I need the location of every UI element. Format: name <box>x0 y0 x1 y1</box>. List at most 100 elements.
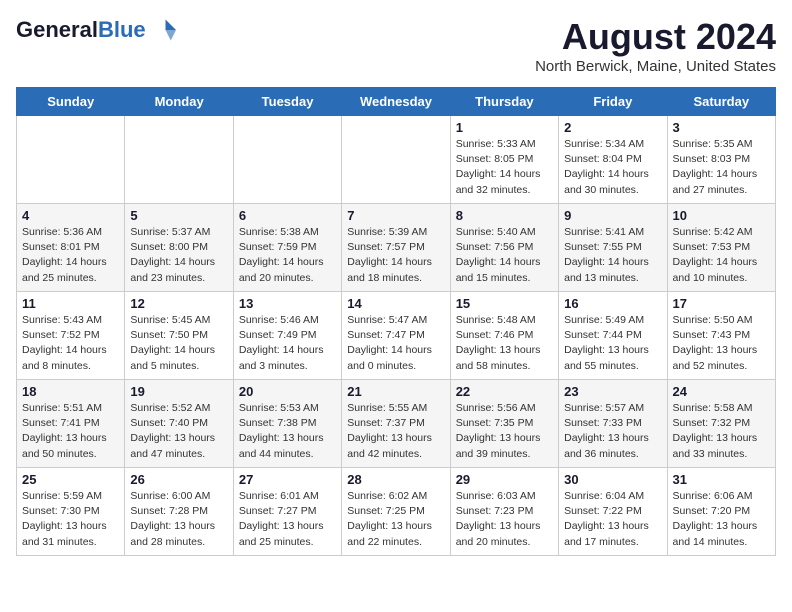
week-row-1: 1Sunrise: 5:33 AM Sunset: 8:05 PM Daylig… <box>17 116 776 204</box>
day-number: 9 <box>564 208 661 223</box>
day-number: 8 <box>456 208 553 223</box>
calendar-cell: 21Sunrise: 5:55 AM Sunset: 7:37 PM Dayli… <box>342 380 450 468</box>
day-info: Sunrise: 5:49 AM Sunset: 7:44 PM Dayligh… <box>564 313 661 374</box>
day-number: 26 <box>130 472 227 487</box>
day-info: Sunrise: 5:35 AM Sunset: 8:03 PM Dayligh… <box>673 137 770 198</box>
day-info: Sunrise: 5:41 AM Sunset: 7:55 PM Dayligh… <box>564 225 661 286</box>
day-info: Sunrise: 5:51 AM Sunset: 7:41 PM Dayligh… <box>22 401 119 462</box>
calendar-cell: 22Sunrise: 5:56 AM Sunset: 7:35 PM Dayli… <box>450 380 558 468</box>
calendar-cell: 26Sunrise: 6:00 AM Sunset: 7:28 PM Dayli… <box>125 468 233 556</box>
logo: GeneralBlue <box>16 16 176 44</box>
calendar-cell: 13Sunrise: 5:46 AM Sunset: 7:49 PM Dayli… <box>233 292 341 380</box>
calendar-cell: 7 Sunrise: 5:39 AM Sunset: 7:57 PM Daylig… <box>342 204 450 292</box>
calendar-cell: 18 Sunrise: 5:51 AM Sunset: 7:41 PM Dayli… <box>17 380 125 468</box>
day-header-sunday: Sunday <box>17 88 125 116</box>
day-number: 5 <box>130 208 227 223</box>
subtitle: North Berwick, Maine, United States <box>535 58 776 75</box>
day-info: Sunrise: 5:38 AM Sunset: 7:59 PM Dayligh… <box>239 225 336 286</box>
day-info: Sunrise: 5:57 AM Sunset: 7:33 PM Dayligh… <box>564 401 661 462</box>
day-info: Sunrise: 6:03 AM Sunset: 7:23 PM Dayligh… <box>456 489 553 550</box>
title-block: August 2024 North Berwick, Maine, United… <box>535 16 776 75</box>
calendar-cell: 19 Sunrise: 5:52 AM Sunset: 7:40 PM Dayli… <box>125 380 233 468</box>
week-row-4: 18 Sunrise: 5:51 AM Sunset: 7:41 PM Dayli… <box>17 380 776 468</box>
calendar-cell: 30 Sunrise: 6:04 AM Sunset: 7:22 PM Dayli… <box>559 468 667 556</box>
day-header-thursday: Thursday <box>450 88 558 116</box>
day-info: Sunrise: 5:46 AM Sunset: 7:49 PM Dayligh… <box>239 313 336 374</box>
day-info: Sunrise: 5:36 AM Sunset: 8:01 PM Dayligh… <box>22 225 119 286</box>
calendar-table: SundayMondayTuesdayWednesdayThursdayFrid… <box>16 87 776 556</box>
calendar-cell <box>125 116 233 204</box>
day-header-saturday: Saturday <box>667 88 775 116</box>
logo-text: GeneralBlue <box>16 18 146 42</box>
day-info: Sunrise: 5:48 AM Sunset: 7:46 PM Dayligh… <box>456 313 553 374</box>
header-row: SundayMondayTuesdayWednesdayThursdayFrid… <box>17 88 776 116</box>
calendar-cell: 6 Sunrise: 5:38 AM Sunset: 7:59 PM Daylig… <box>233 204 341 292</box>
calendar-cell: 2 Sunrise: 5:34 AM Sunset: 8:04 PM Daylig… <box>559 116 667 204</box>
day-number: 16 <box>564 296 661 311</box>
day-number: 28 <box>347 472 444 487</box>
day-number: 27 <box>239 472 336 487</box>
calendar-cell: 29 Sunrise: 6:03 AM Sunset: 7:23 PM Dayli… <box>450 468 558 556</box>
day-number: 2 <box>564 120 661 135</box>
calendar-cell: 12Sunrise: 5:45 AM Sunset: 7:50 PM Dayli… <box>125 292 233 380</box>
week-row-5: 25 Sunrise: 5:59 AM Sunset: 7:30 PM Dayli… <box>17 468 776 556</box>
day-info: Sunrise: 5:58 AM Sunset: 7:32 PM Dayligh… <box>673 401 770 462</box>
calendar-cell: 17Sunrise: 5:50 AM Sunset: 7:43 PM Dayli… <box>667 292 775 380</box>
day-info: Sunrise: 5:42 AM Sunset: 7:53 PM Dayligh… <box>673 225 770 286</box>
day-number: 23 <box>564 384 661 399</box>
day-info: Sunrise: 5:45 AM Sunset: 7:50 PM Dayligh… <box>130 313 227 374</box>
day-number: 18 <box>22 384 119 399</box>
calendar-cell: 8 Sunrise: 5:40 AM Sunset: 7:56 PM Daylig… <box>450 204 558 292</box>
day-number: 10 <box>673 208 770 223</box>
week-row-2: 4 Sunrise: 5:36 AM Sunset: 8:01 PM Daylig… <box>17 204 776 292</box>
main-title: August 2024 <box>535 16 776 58</box>
calendar-cell: 11 Sunrise: 5:43 AM Sunset: 7:52 PM Dayli… <box>17 292 125 380</box>
day-number: 25 <box>22 472 119 487</box>
day-number: 6 <box>239 208 336 223</box>
day-info: Sunrise: 5:55 AM Sunset: 7:37 PM Dayligh… <box>347 401 444 462</box>
day-info: Sunrise: 5:39 AM Sunset: 7:57 PM Dayligh… <box>347 225 444 286</box>
day-number: 31 <box>673 472 770 487</box>
day-info: Sunrise: 5:52 AM Sunset: 7:40 PM Dayligh… <box>130 401 227 462</box>
day-info: Sunrise: 5:34 AM Sunset: 8:04 PM Dayligh… <box>564 137 661 198</box>
day-number: 30 <box>564 472 661 487</box>
day-number: 20 <box>239 384 336 399</box>
calendar-cell: 23 Sunrise: 5:57 AM Sunset: 7:33 PM Dayli… <box>559 380 667 468</box>
day-info: Sunrise: 6:04 AM Sunset: 7:22 PM Dayligh… <box>564 489 661 550</box>
day-header-monday: Monday <box>125 88 233 116</box>
calendar-cell: 31 Sunrise: 6:06 AM Sunset: 7:20 PM Dayli… <box>667 468 775 556</box>
day-number: 11 <box>22 296 119 311</box>
calendar-cell: 28 Sunrise: 6:02 AM Sunset: 7:25 PM Dayli… <box>342 468 450 556</box>
calendar-cell: 27 Sunrise: 6:01 AM Sunset: 7:27 PM Dayli… <box>233 468 341 556</box>
calendar-cell: 5Sunrise: 5:37 AM Sunset: 8:00 PM Daylig… <box>125 204 233 292</box>
day-info: Sunrise: 6:06 AM Sunset: 7:20 PM Dayligh… <box>673 489 770 550</box>
day-number: 17 <box>673 296 770 311</box>
page-header: GeneralBlue August 2024 North Berwick, M… <box>16 16 776 75</box>
day-info: Sunrise: 5:53 AM Sunset: 7:38 PM Dayligh… <box>239 401 336 462</box>
day-number: 22 <box>456 384 553 399</box>
day-info: Sunrise: 5:33 AM Sunset: 8:05 PM Dayligh… <box>456 137 553 198</box>
day-number: 15 <box>456 296 553 311</box>
day-header-wednesday: Wednesday <box>342 88 450 116</box>
day-number: 14 <box>347 296 444 311</box>
calendar-cell <box>342 116 450 204</box>
day-number: 19 <box>130 384 227 399</box>
day-info: Sunrise: 6:01 AM Sunset: 7:27 PM Dayligh… <box>239 489 336 550</box>
day-info: Sunrise: 5:40 AM Sunset: 7:56 PM Dayligh… <box>456 225 553 286</box>
day-info: Sunrise: 5:59 AM Sunset: 7:30 PM Dayligh… <box>22 489 119 550</box>
day-number: 7 <box>347 208 444 223</box>
day-number: 24 <box>673 384 770 399</box>
day-info: Sunrise: 6:02 AM Sunset: 7:25 PM Dayligh… <box>347 489 444 550</box>
day-header-tuesday: Tuesday <box>233 88 341 116</box>
calendar-cell: 14 Sunrise: 5:47 AM Sunset: 7:47 PM Dayli… <box>342 292 450 380</box>
day-header-friday: Friday <box>559 88 667 116</box>
day-number: 4 <box>22 208 119 223</box>
calendar-cell: 3 Sunrise: 5:35 AM Sunset: 8:03 PM Daylig… <box>667 116 775 204</box>
calendar-cell: 20 Sunrise: 5:53 AM Sunset: 7:38 PM Dayli… <box>233 380 341 468</box>
calendar-cell: 24 Sunrise: 5:58 AM Sunset: 7:32 PM Dayli… <box>667 380 775 468</box>
day-number: 3 <box>673 120 770 135</box>
day-number: 29 <box>456 472 553 487</box>
week-row-3: 11 Sunrise: 5:43 AM Sunset: 7:52 PM Dayli… <box>17 292 776 380</box>
day-info: Sunrise: 5:43 AM Sunset: 7:52 PM Dayligh… <box>22 313 119 374</box>
day-info: Sunrise: 5:47 AM Sunset: 7:47 PM Dayligh… <box>347 313 444 374</box>
